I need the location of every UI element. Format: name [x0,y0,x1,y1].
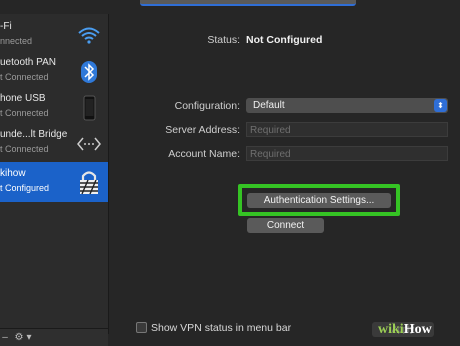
wikihow-watermark: wikiHow [378,322,432,337]
bluetooth-icon [81,61,97,83]
show-vpn-status-label: Show VPN status in menu bar [151,322,292,334]
service-status: nnected [0,36,33,46]
service-status: t Connected [0,72,49,82]
chevron-down-icon[interactable]: ▾ [24,330,34,345]
sidebar-bottom-bar: – ⚙ ▾ [0,328,108,346]
configuration-label: Configuration: [174,100,240,112]
iphone-icon [83,95,96,121]
service-status: t Configured [0,183,50,193]
account-name-label: Account Name: [168,148,240,160]
service-item-iphone-usb[interactable]: hone USB t Connected [0,90,108,126]
status-label: Status: [207,34,240,46]
status-value: Not Configured [246,34,323,46]
configuration-value: Default [253,100,285,111]
service-item-wikihow-vpn[interactable]: kihow t Configured [0,162,108,202]
service-item-thunderbolt-bridge[interactable]: unde...lt Bridge t Connected [0,126,108,162]
thunderbolt-bridge-icon [77,137,101,151]
configuration-select[interactable]: Default ⬍ [246,98,448,113]
service-name: -Fi [0,21,12,32]
service-name: hone USB [0,93,46,104]
service-item-wifi[interactable]: -Fi nnected [0,18,108,54]
vpn-lock-icon [80,171,98,195]
select-arrows-icon: ⬍ [434,99,447,112]
service-name: kihow [0,168,26,179]
service-name: unde...lt Bridge [0,129,68,140]
window-top-edge [140,0,356,6]
wifi-icon [78,27,100,44]
server-address-label: Server Address: [165,124,240,136]
account-name-field[interactable]: Required [246,146,448,161]
service-status: t Connected [0,108,49,118]
service-item-bluetooth-pan[interactable]: uetooth PAN t Connected [0,54,108,90]
service-status: t Connected [0,144,49,154]
remove-service-button[interactable]: – [0,330,10,345]
service-list-sidebar: -Fi nnected uetooth PAN t Connected hone… [0,14,109,334]
server-address-field[interactable]: Required [246,122,448,137]
connect-button[interactable]: Connect [247,218,324,233]
authentication-settings-button[interactable]: Authentication Settings... [247,193,391,208]
show-vpn-status-checkbox[interactable] [136,322,147,333]
service-name: uetooth PAN [0,57,56,68]
